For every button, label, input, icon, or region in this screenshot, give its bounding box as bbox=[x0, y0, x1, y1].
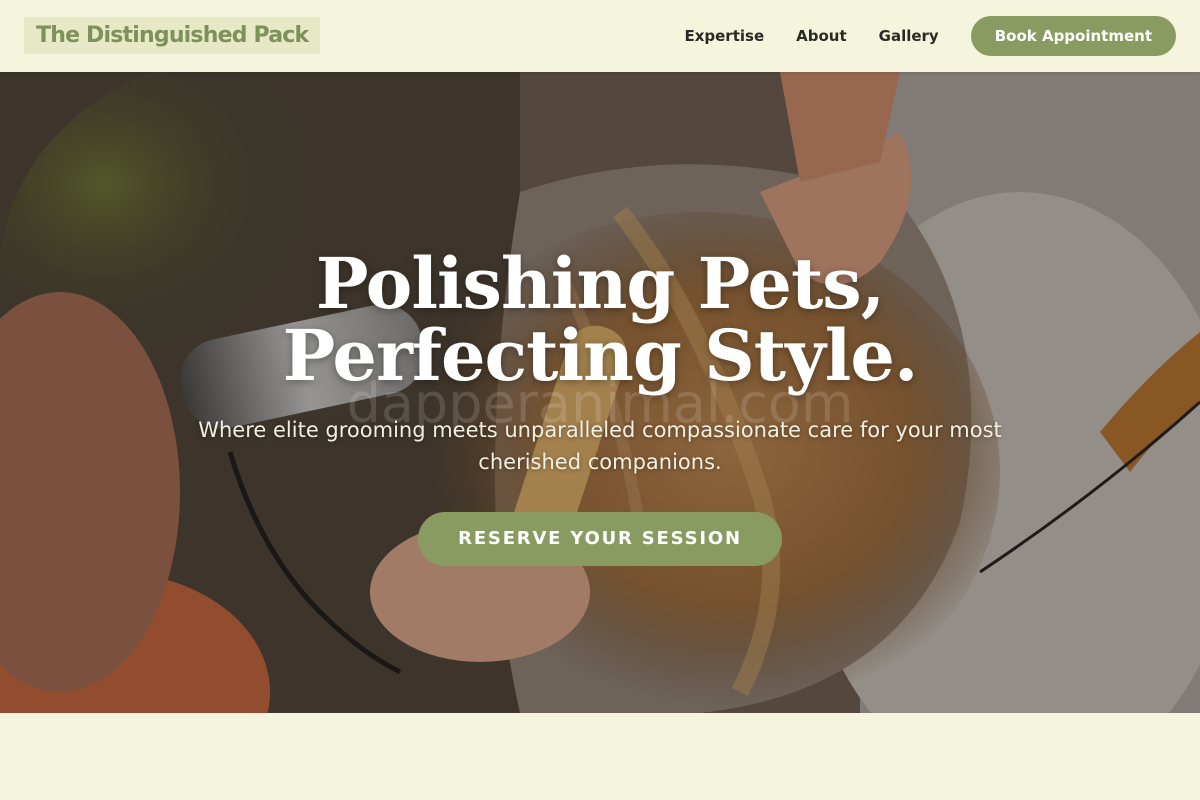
hero-subtitle: Where elite grooming meets unparalleled … bbox=[198, 418, 1002, 474]
hero-title: Polishing Pets, Perfecting Style. bbox=[282, 242, 919, 397]
book-appointment-button[interactable]: Book Appointment bbox=[970, 16, 1176, 56]
nav-link-gallery[interactable]: Gallery bbox=[879, 27, 939, 45]
site-header: The Distinguished Pack Expertise About G… bbox=[0, 0, 1200, 72]
nav-link-expertise[interactable]: Expertise bbox=[684, 27, 764, 45]
nav-link-about[interactable]: About bbox=[796, 27, 847, 45]
main-nav: Expertise About Gallery Book Appointment bbox=[684, 16, 1176, 56]
hero-section: dapperanimal.com Polishing Pets, Perfect… bbox=[0, 72, 1200, 713]
page-below-hero bbox=[0, 713, 1200, 800]
brand-logo[interactable]: The Distinguished Pack bbox=[24, 17, 321, 54]
hero-content: Polishing Pets, Perfecting Style. Where … bbox=[0, 248, 1200, 566]
reserve-session-button[interactable]: RESERVE YOUR SESSION bbox=[418, 512, 782, 566]
